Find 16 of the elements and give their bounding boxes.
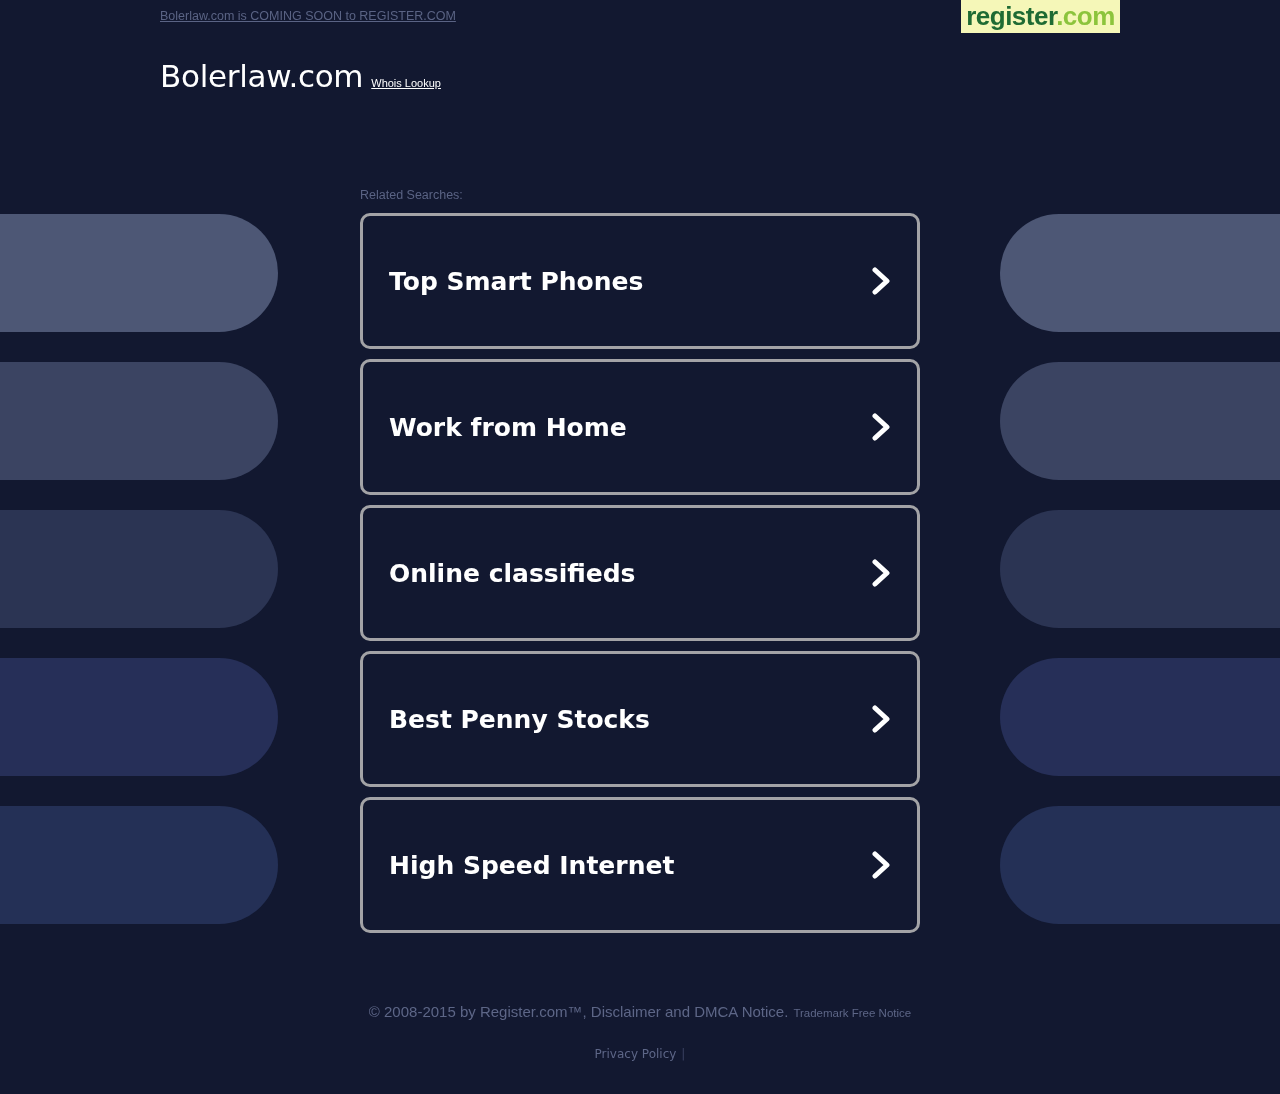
related-search-link[interactable]: Work from Home <box>360 359 920 495</box>
register-logo[interactable]: register.com <box>961 0 1120 33</box>
related-searches-label: Related Searches: <box>360 188 463 202</box>
chevron-right-icon <box>871 559 891 587</box>
chevron-right-icon <box>871 705 891 733</box>
chevron-right-icon <box>871 267 891 295</box>
related-search-link[interactable]: Online classifieds <box>360 505 920 641</box>
copyright-text: © 2008-2015 by Register.com™, Disclaimer and DMCA Notice. <box>368 1003 789 1020</box>
related-search-link[interactable]: Best Penny Stocks <box>360 651 920 787</box>
chevron-right-icon <box>871 413 891 441</box>
domain-title: Bolerlaw.com <box>160 57 364 95</box>
separator-text: | <box>681 1047 686 1061</box>
whois-lookup-link[interactable]: Whois Lookup <box>371 77 441 89</box>
related-search-link[interactable]: High Speed Internet <box>360 797 920 933</box>
related-search-link[interactable]: Top Smart Phones <box>360 213 920 349</box>
chevron-right-icon <box>871 851 891 879</box>
